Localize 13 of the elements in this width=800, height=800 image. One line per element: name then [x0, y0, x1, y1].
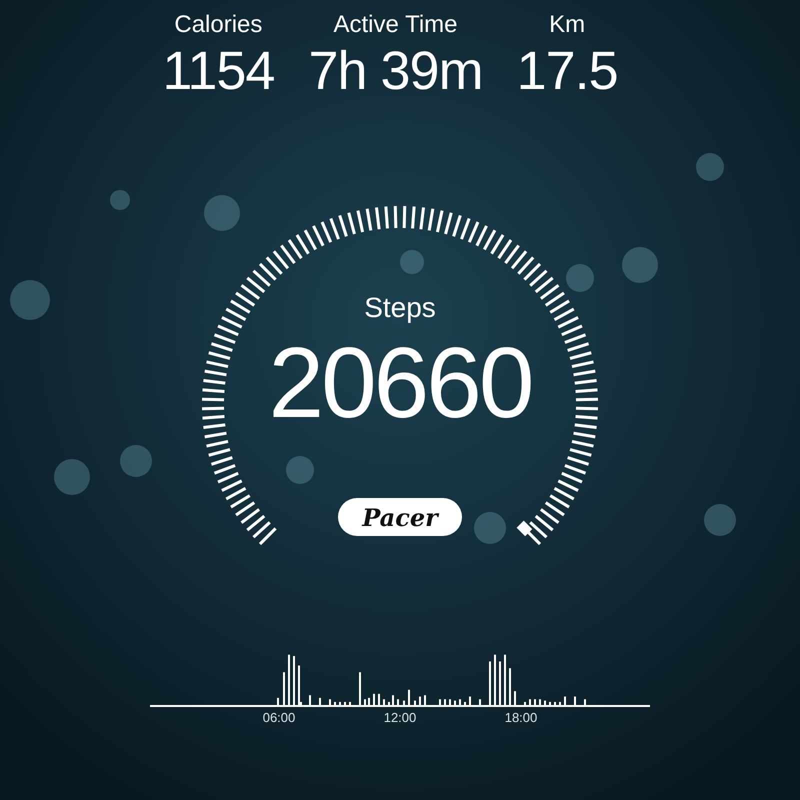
- steps-count: 20660: [268, 328, 532, 438]
- stat-label: Km: [549, 10, 586, 40]
- dial-marker: [516, 520, 532, 536]
- stat-label: Active Time: [333, 10, 458, 40]
- time-axis-label: 18:00: [504, 710, 538, 725]
- stat-label: Calories: [174, 10, 262, 40]
- stat-value: 17.5: [516, 40, 618, 102]
- steps-label: Steps: [364, 292, 436, 324]
- stat-value: 1154: [162, 40, 274, 102]
- brand-button[interactable]: Pacer: [338, 498, 462, 536]
- time-axis-label: 06:00: [262, 710, 296, 725]
- stat-value: 7h 39m: [308, 40, 483, 102]
- time-axis-label: 12:00: [384, 710, 416, 725]
